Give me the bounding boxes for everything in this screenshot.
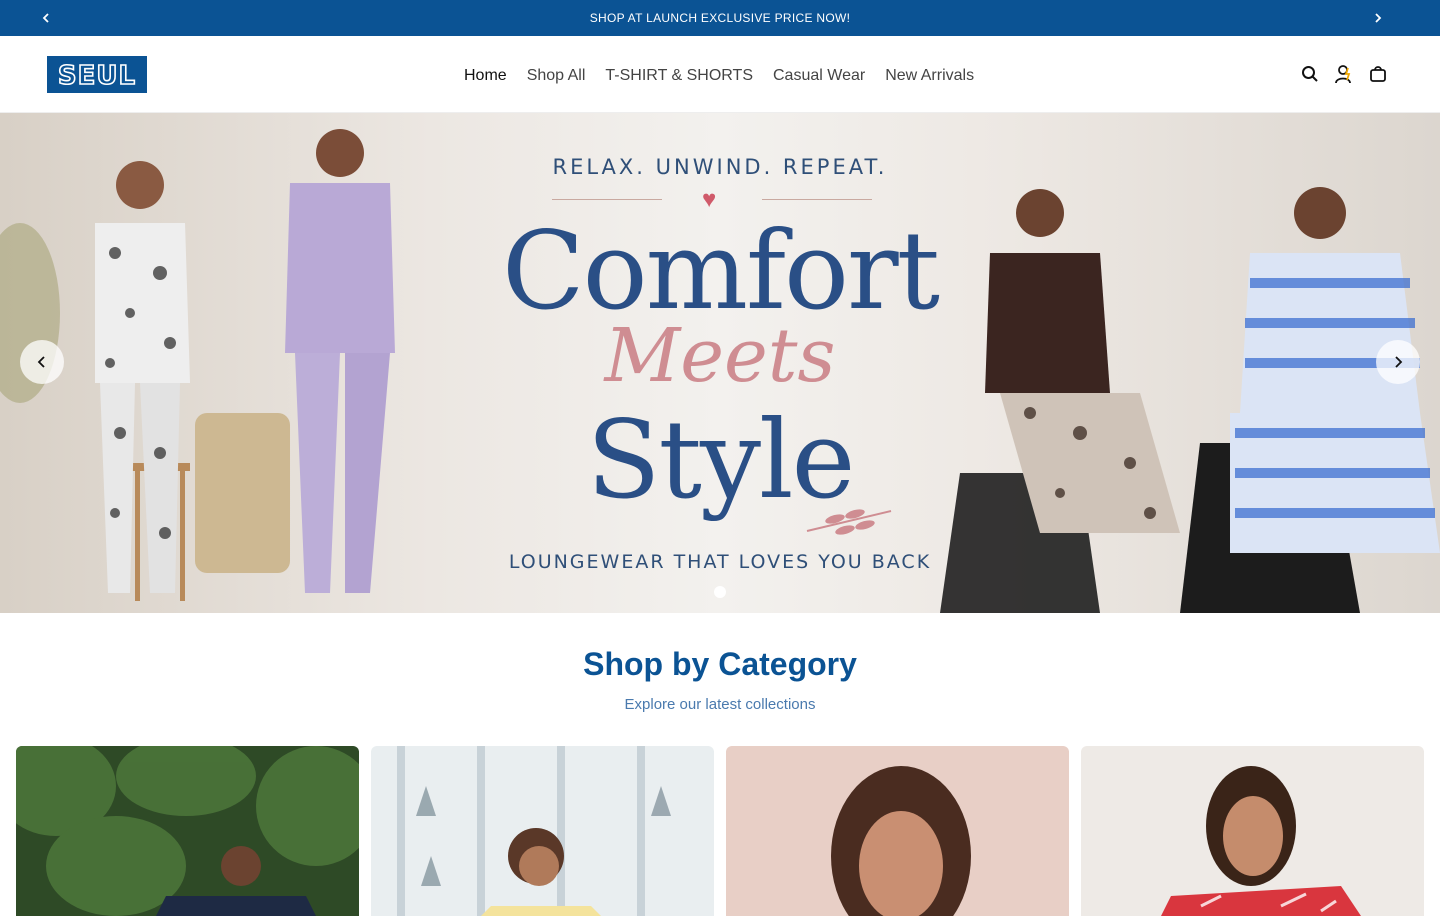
category-card[interactable] <box>726 746 1069 916</box>
nav-tshirt-shorts[interactable]: T-SHIRT & SHORTS <box>605 63 753 89</box>
hero-divider-left <box>552 199 662 200</box>
header-actions <box>1300 63 1388 85</box>
category-card[interactable] <box>16 746 359 916</box>
hero-banner[interactable]: RELAX. UNWIND. REPEAT. ♥ Comfort Meets S… <box>0 113 1440 613</box>
leaf-sprig-icon <box>806 509 892 535</box>
main-nav: Home Shop All T-SHIRT & SHORTS Casual We… <box>464 63 974 89</box>
announcement-next-button[interactable] <box>1360 0 1396 36</box>
announcement-bar: SHOP AT LAUNCH EXCLUSIVE PRICE NOW! <box>0 0 1440 36</box>
seul-logo: SEUL <box>57 60 136 90</box>
chevron-right-icon <box>1375 13 1382 23</box>
category-cards <box>16 746 1424 916</box>
announcement-text[interactable]: SHOP AT LAUNCH EXCLUSIVE PRICE NOW! <box>590 11 851 25</box>
hero-kicker: RELAX. UNWIND. REPEAT. <box>552 155 888 179</box>
nav-new-arrivals[interactable]: New Arrivals <box>885 63 974 89</box>
category-image <box>16 746 359 916</box>
hero-headline-2: Style <box>586 398 856 523</box>
nav-home[interactable]: Home <box>464 63 507 89</box>
hero-divider-right <box>762 199 872 200</box>
chevron-right-icon <box>1395 356 1403 368</box>
search-button[interactable] <box>1300 63 1320 85</box>
hero-text-block: RELAX. UNWIND. REPEAT. ♥ Comfort Meets S… <box>440 113 1000 613</box>
category-section-title: Shop by Category <box>583 646 857 682</box>
logo-link[interactable]: SEUL <box>47 56 147 93</box>
category-image <box>1081 746 1424 916</box>
chevron-left-icon <box>42 13 49 23</box>
hero-prev-button[interactable] <box>20 340 64 384</box>
site-header: SEUL Home Shop All T-SHIRT & SHORTS Casu… <box>0 36 1440 113</box>
category-card[interactable] <box>1081 746 1424 916</box>
nav-casual-wear[interactable]: Casual Wear <box>773 63 865 89</box>
category-image <box>371 746 714 916</box>
hero-headline-script: Meets <box>604 313 836 399</box>
hero-tagline: LOUNGEWEAR THAT LOVES YOU BACK <box>508 551 932 573</box>
hero-next-button[interactable] <box>1376 340 1420 384</box>
category-card[interactable] <box>371 746 714 916</box>
account-icon <box>1335 65 1351 84</box>
search-icon <box>1302 66 1318 82</box>
cart-icon <box>1370 66 1386 82</box>
logo-wordmark: SEUL <box>58 61 136 90</box>
category-section-subtitle: Explore our latest collections <box>624 696 816 713</box>
hero-slide-dot[interactable] <box>714 586 726 598</box>
account-button[interactable] <box>1334 63 1354 85</box>
announcement-prev-button[interactable] <box>28 0 64 36</box>
category-image <box>726 746 1069 916</box>
cart-button[interactable] <box>1368 63 1388 85</box>
chevron-left-icon <box>37 356 45 368</box>
nav-shop-all[interactable]: Shop All <box>527 63 586 89</box>
